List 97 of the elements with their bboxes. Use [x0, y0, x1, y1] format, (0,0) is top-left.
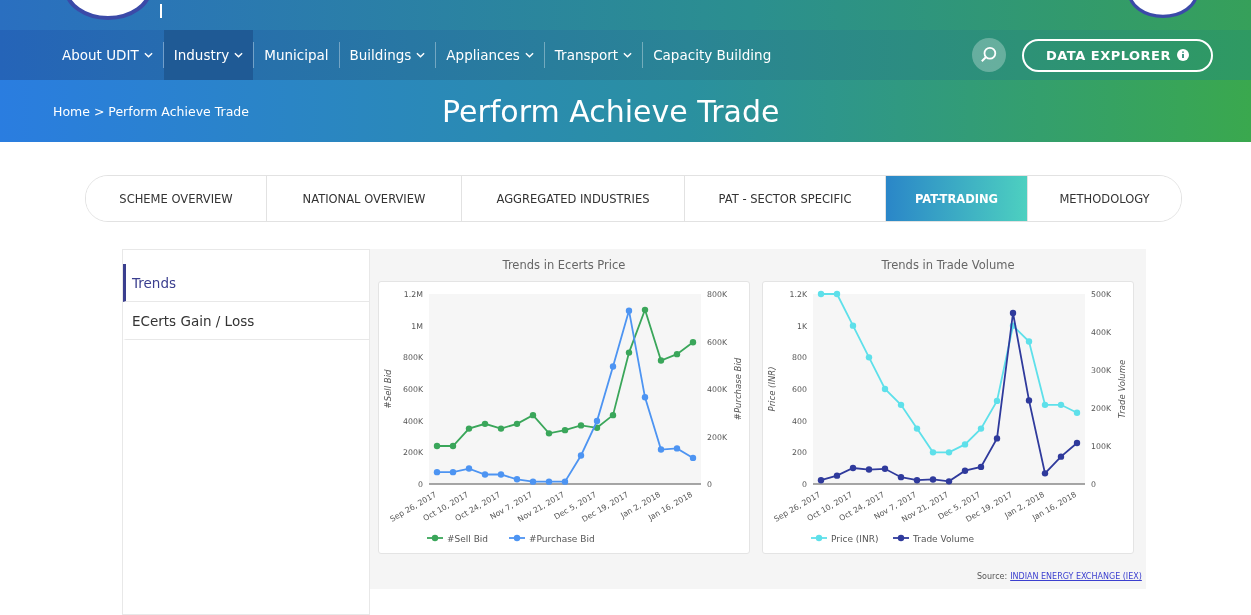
sidebar-item[interactable]: Trends — [123, 264, 369, 302]
data-point — [977, 425, 985, 432]
data-point — [945, 478, 953, 485]
data-point — [561, 426, 569, 434]
data-point — [497, 425, 505, 432]
data-point — [993, 435, 1001, 442]
data-point — [1073, 409, 1081, 416]
data-point — [529, 411, 537, 419]
data-point — [961, 467, 969, 474]
data-point — [929, 476, 937, 483]
data-point — [1041, 470, 1049, 477]
tab[interactable]: SCHEME OVERVIEW — [86, 176, 267, 221]
data-point — [625, 349, 633, 356]
data-point — [673, 445, 681, 452]
axis-title: Trade Volume — [1117, 359, 1127, 419]
data-point — [849, 322, 857, 329]
data-point — [449, 468, 457, 476]
data-point — [817, 290, 825, 298]
data-point — [673, 350, 681, 358]
data-point — [433, 442, 441, 450]
breadcrumb: Home > Perform Achieve Trade — [53, 103, 249, 119]
data-point — [449, 442, 457, 450]
chart-title: Trends in Trade Volume — [881, 257, 1015, 274]
data-point — [913, 425, 921, 432]
legend-label: Trade Volume — [913, 533, 974, 544]
nav-menu-item[interactable]: Transport — [544, 30, 643, 80]
data-point — [481, 471, 489, 478]
data-point — [497, 471, 505, 478]
nav-menu-item[interactable]: Appliances — [436, 30, 544, 80]
data-point — [993, 397, 1001, 405]
search-button[interactable] — [972, 38, 1006, 72]
data-point — [513, 476, 521, 483]
data-point — [817, 477, 825, 484]
data-point — [689, 454, 697, 462]
data-point — [849, 464, 857, 472]
legend-swatch — [508, 534, 526, 542]
nav-menu-item[interactable]: Municipal — [254, 30, 339, 80]
nav-menu-item[interactable]: Capacity Building — [643, 30, 782, 80]
data-point — [1025, 397, 1033, 404]
data-point — [929, 449, 937, 456]
data-point — [1025, 338, 1033, 345]
data-point — [545, 430, 553, 437]
data-point — [465, 425, 473, 432]
nav-menu-item[interactable]: Buildings — [339, 30, 436, 80]
source-link[interactable]: INDIAN ENERGY EXCHANGE (IEX) — [1010, 572, 1142, 581]
data-point — [865, 354, 873, 361]
data-point — [945, 449, 953, 456]
info-icon — [1177, 49, 1189, 61]
data-point — [881, 465, 889, 472]
data-point — [881, 385, 889, 393]
legend-swatch — [892, 534, 910, 542]
data-point — [961, 441, 969, 448]
legend-label: #Sell Bid — [447, 533, 489, 544]
data-point — [833, 472, 841, 479]
nav-menu-item[interactable]: Industry — [163, 30, 254, 80]
data-point — [1073, 439, 1081, 447]
search-icon — [980, 46, 998, 64]
data-point — [1009, 309, 1017, 317]
data-point — [1057, 401, 1065, 409]
data-point — [625, 307, 633, 314]
data-point — [897, 401, 905, 409]
data-point — [977, 463, 985, 471]
legend-label: #Purchase Bid — [529, 533, 595, 544]
data-point — [481, 420, 489, 428]
data-point — [1041, 401, 1049, 409]
legend-label: Price (INR) — [831, 533, 879, 544]
nav-menu-item[interactable]: About UDIT — [52, 30, 163, 80]
data-point — [833, 290, 841, 298]
data-point — [641, 306, 649, 314]
data-point — [657, 357, 665, 364]
data-explorer-button[interactable]: DATA EXPLORER — [1022, 38, 1213, 72]
legend-swatch — [426, 534, 444, 542]
data-point — [465, 465, 473, 472]
data-point — [1057, 453, 1065, 460]
axis-title: Price (INR) — [767, 366, 777, 412]
data-point — [609, 411, 617, 419]
axis-title: #Purchase Bid — [733, 357, 743, 421]
chart-title: Trends in Ecerts Price — [502, 257, 626, 274]
data-point — [641, 394, 649, 401]
page-title: Perform Achieve Trade — [441, 93, 780, 129]
data-point — [897, 473, 905, 481]
data-point — [545, 478, 553, 485]
data-point — [561, 478, 569, 485]
source-label: Source: — [977, 572, 1008, 581]
data-point — [513, 420, 521, 428]
data-point — [609, 363, 617, 370]
data-point — [529, 478, 537, 485]
data-point — [913, 477, 921, 484]
legend-swatch — [810, 534, 828, 542]
data-point — [689, 339, 697, 346]
data-point — [433, 468, 441, 476]
data-point — [577, 422, 585, 429]
data-point — [577, 452, 585, 459]
axis-title: #Sell Bid — [383, 369, 393, 409]
data-point — [657, 446, 665, 453]
data-point — [865, 466, 873, 473]
data-point — [1009, 322, 1017, 329]
